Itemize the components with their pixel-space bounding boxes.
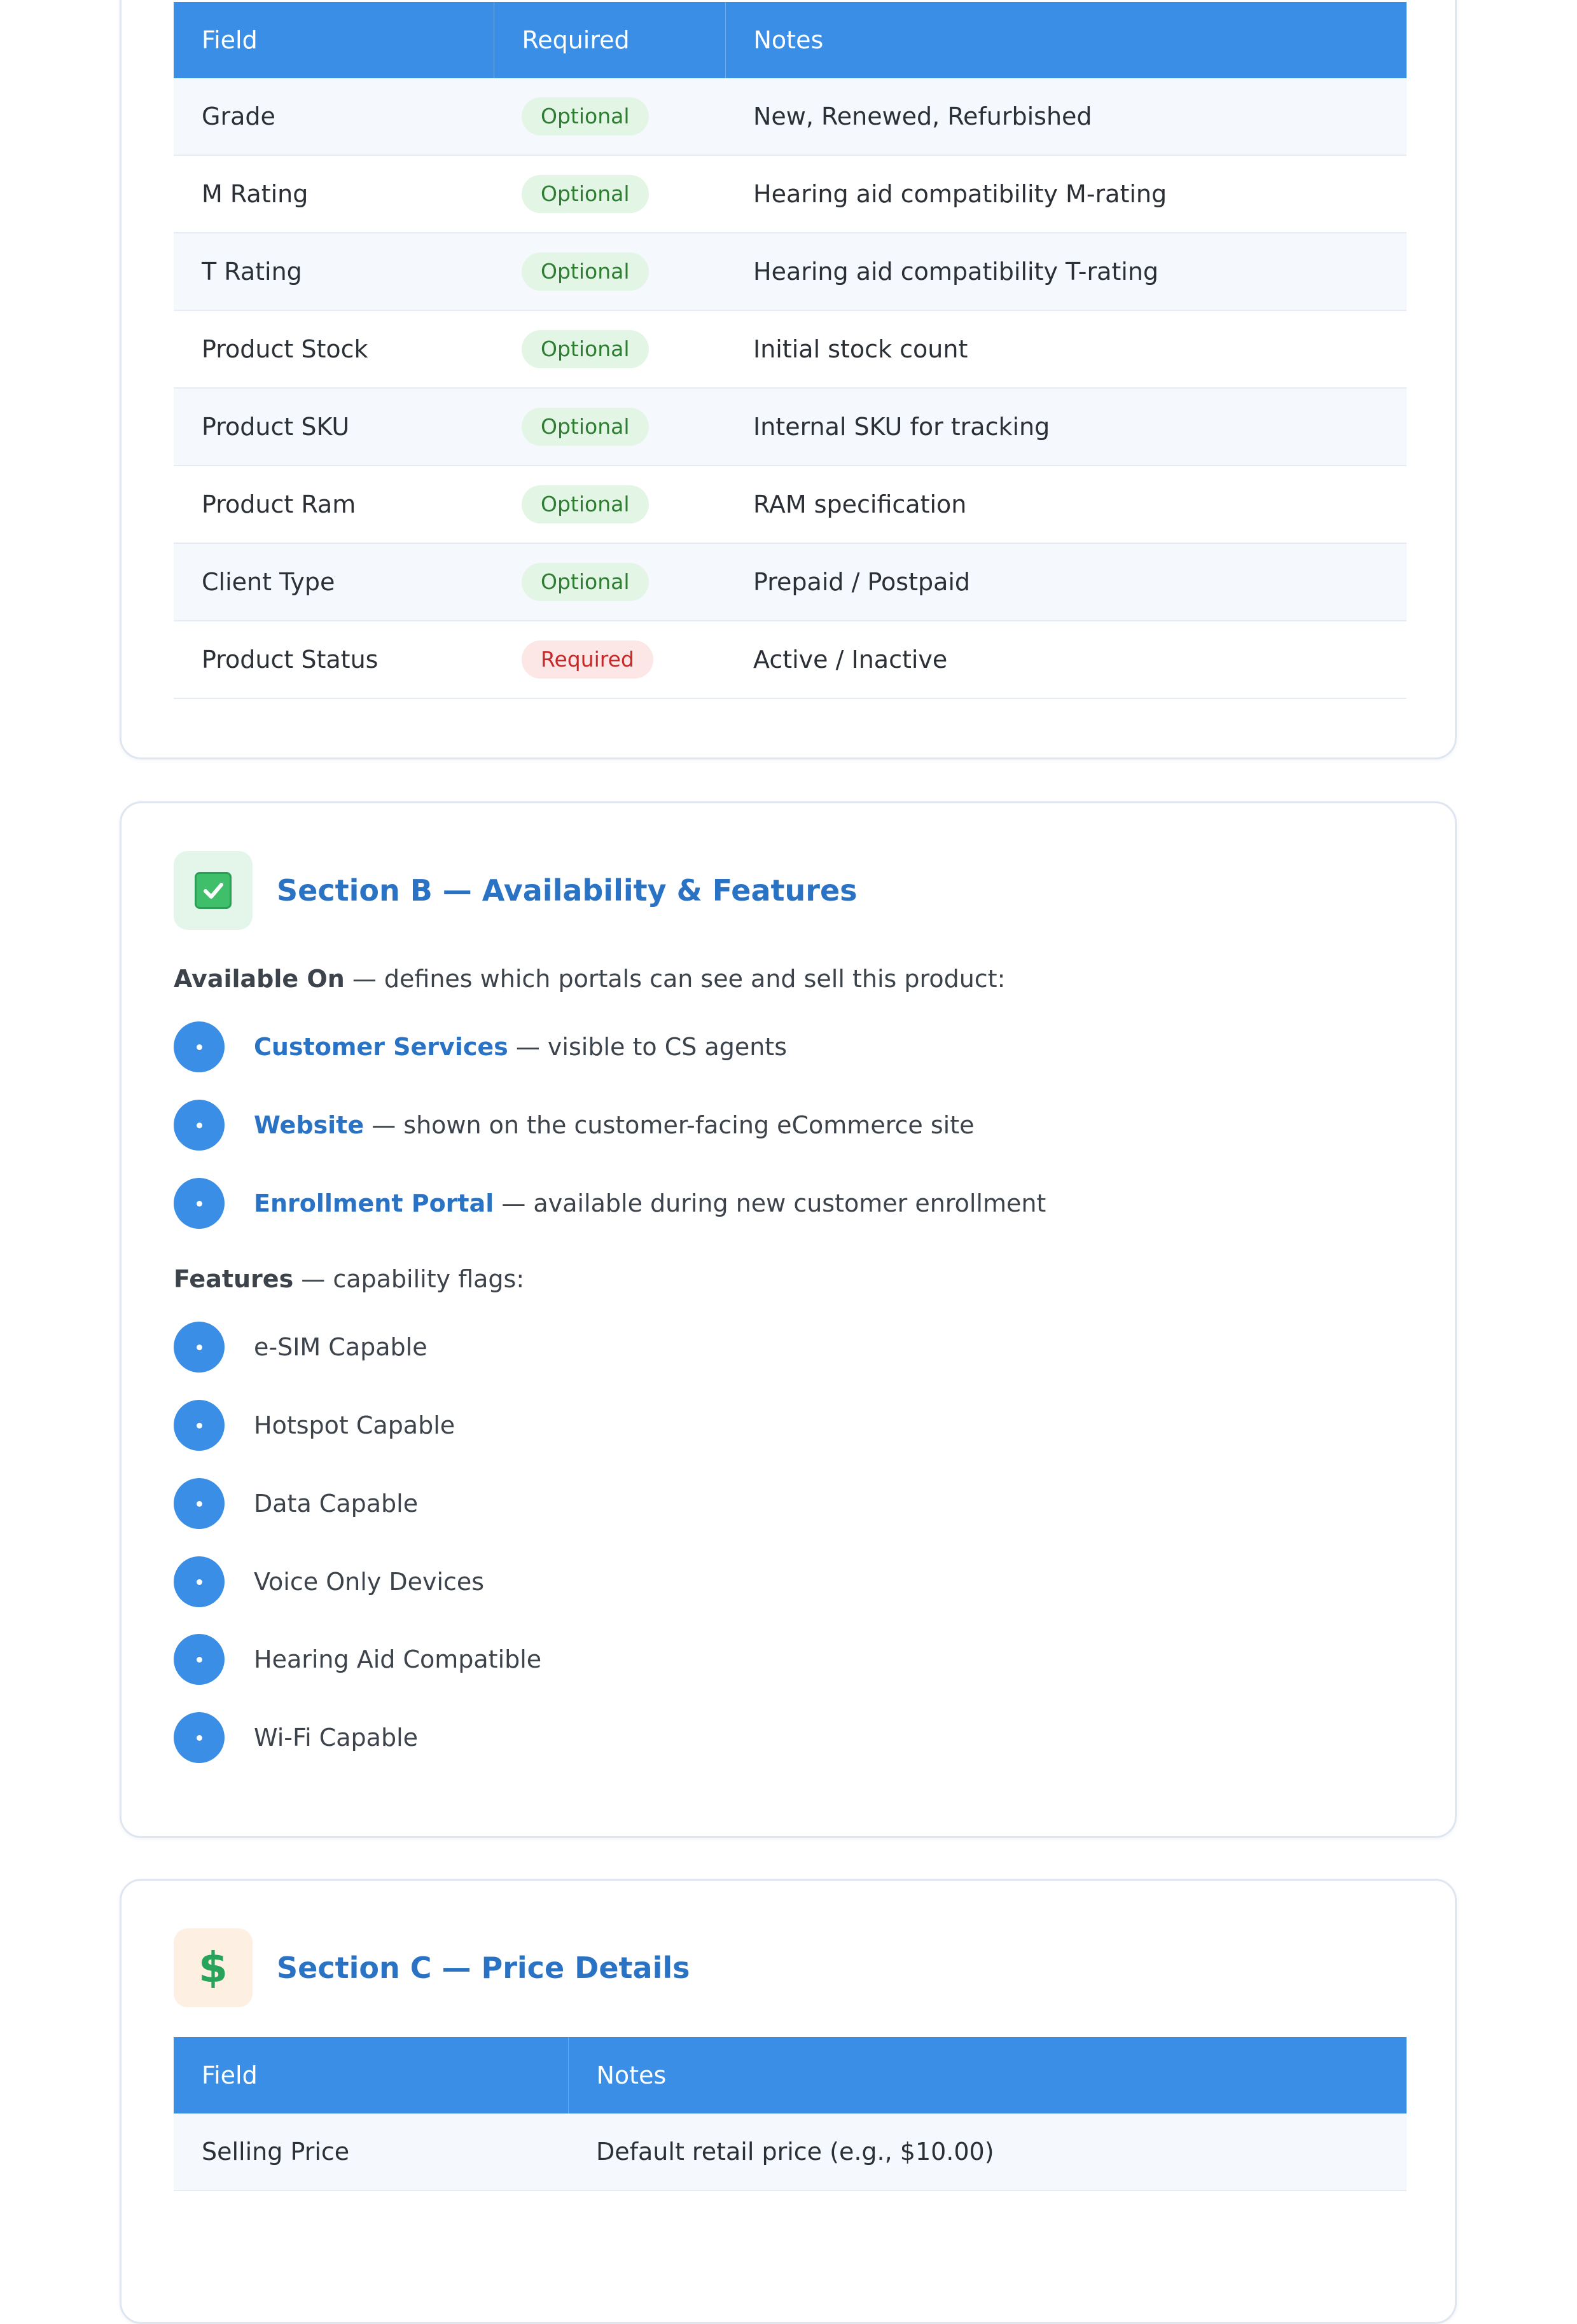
field-name: M Rating [174, 155, 494, 233]
list-item: Voice Only Devices [174, 1556, 484, 1607]
dollar-icon: $ [174, 1928, 253, 2007]
field-notes: Prepaid / Postpaid [725, 543, 1407, 621]
price-details-table: Field Notes Selling Price Default retail… [174, 2037, 1407, 2191]
list-item: Hearing Aid Compatible [174, 1634, 541, 1685]
checkbox-icon [174, 851, 253, 930]
list-item: Wi-Fi Capable [174, 1712, 418, 1763]
list-item: Customer Services — visible to CS agents [174, 1021, 787, 1072]
field-notes: Active / Inactive [725, 621, 1407, 699]
features-text: — capability flags: [293, 1265, 525, 1293]
table-header-row: Field Required Notes [174, 2, 1407, 78]
field-notes: Default retail price (e.g., $10.00) [568, 2113, 1407, 2191]
bullet-icon [174, 1178, 225, 1229]
field-name: Grade [174, 78, 494, 156]
list-item: Website — shown on the customer-facing e… [174, 1100, 974, 1151]
bullet-icon [174, 1100, 225, 1151]
list-item: Data Capable [174, 1478, 418, 1529]
table-row: Client Type Optional Prepaid / Postpaid [174, 543, 1407, 621]
section-b-card: Section B — Availability & Features Avai… [120, 801, 1457, 1838]
optional-badge: Optional [522, 252, 649, 291]
optional-badge: Optional [522, 562, 649, 602]
section-c-header: $ Section C — Price Details [174, 1928, 690, 2007]
field-name: Product Status [174, 621, 494, 699]
section-a-card: Field Required Notes Grade Optional New,… [120, 0, 1457, 759]
field-notes: Internal SKU for tracking [725, 388, 1407, 466]
available-on-intro: Available On — defines which portals can… [174, 965, 1005, 993]
features-intro: Features — capability flags: [174, 1265, 524, 1293]
field-name: Selling Price [174, 2113, 568, 2191]
available-on-text: — defines which portals can see and sell… [344, 965, 1006, 993]
column-header-notes: Notes [568, 2037, 1407, 2113]
bullet-icon [174, 1634, 225, 1685]
field-name: Client Type [174, 543, 494, 621]
field-name: Product Stock [174, 310, 494, 389]
table-row: T Rating Optional Hearing aid compatibil… [174, 233, 1407, 311]
field-notes: Hearing aid compatibility T-rating [725, 233, 1407, 311]
field-name: Product SKU [174, 388, 494, 466]
list-item: Enrollment Portal — available during new… [174, 1178, 1046, 1229]
portal-desc: — visible to CS agents [508, 1033, 787, 1061]
feature-label: Hearing Aid Compatible [254, 1645, 542, 1673]
table-row: M Rating Optional Hearing aid compatibil… [174, 155, 1407, 233]
column-header-field: Field [174, 2, 494, 78]
feature-label: Data Capable [254, 1490, 419, 1518]
list-item: Hotspot Capable [174, 1400, 455, 1451]
portal-name: Website [254, 1111, 365, 1139]
feature-label: e-SIM Capable [254, 1333, 427, 1361]
available-on-label: Available On [174, 965, 345, 993]
optional-badge: Optional [522, 174, 649, 214]
table-row: Selling Price Default retail price (e.g.… [174, 2113, 1407, 2191]
optional-badge: Optional [522, 329, 649, 369]
bullet-icon [174, 1556, 225, 1607]
portal-name: Customer Services [254, 1033, 508, 1061]
feature-label: Voice Only Devices [254, 1568, 485, 1596]
field-name: T Rating [174, 233, 494, 311]
table-row: Grade Optional New, Renewed, Refurbished [174, 78, 1407, 156]
table-header-row: Field Notes [174, 2037, 1407, 2113]
bullet-icon [174, 1478, 225, 1529]
field-notes: Initial stock count [725, 310, 1407, 389]
portal-desc: — available during new customer enrollme… [494, 1189, 1046, 1217]
field-notes: Hearing aid compatibility M-rating [725, 155, 1407, 233]
field-name: Product Ram [174, 466, 494, 544]
bullet-icon [174, 1400, 225, 1451]
field-notes: New, Renewed, Refurbished [725, 78, 1407, 156]
required-badge: Required [522, 640, 653, 679]
portal-desc: — shown on the customer-facing eCommerce… [364, 1111, 975, 1139]
bullet-icon [174, 1712, 225, 1763]
table-row: Product Stock Optional Initial stock cou… [174, 310, 1407, 389]
list-item: e-SIM Capable [174, 1322, 427, 1373]
table-row: Product Status Required Active / Inactiv… [174, 621, 1407, 699]
optional-badge: Optional [522, 485, 649, 524]
column-header-field: Field [174, 2037, 569, 2113]
bullet-icon [174, 1021, 225, 1072]
feature-label: Wi-Fi Capable [254, 1724, 419, 1752]
bullet-icon [174, 1322, 225, 1373]
section-c-title: Section C — Price Details [277, 1951, 690, 1985]
table-row: Product Ram Optional RAM specification [174, 466, 1407, 544]
features-label: Features [174, 1265, 294, 1293]
optional-badge: Optional [522, 407, 649, 446]
field-notes: RAM specification [725, 466, 1407, 544]
column-header-required: Required [494, 2, 726, 78]
section-a-fields-table: Field Required Notes Grade Optional New,… [174, 2, 1407, 699]
feature-label: Hotspot Capable [254, 1411, 455, 1439]
portal-name: Enrollment Portal [254, 1189, 494, 1217]
column-header-notes: Notes [725, 2, 1407, 78]
section-b-title: Section B — Availability & Features [277, 873, 858, 908]
section-c-card: $ Section C — Price Details Field Notes … [120, 1879, 1457, 2324]
table-row: Product SKU Optional Internal SKU for tr… [174, 388, 1407, 466]
optional-badge: Optional [522, 97, 649, 136]
section-b-header: Section B — Availability & Features [174, 851, 858, 930]
